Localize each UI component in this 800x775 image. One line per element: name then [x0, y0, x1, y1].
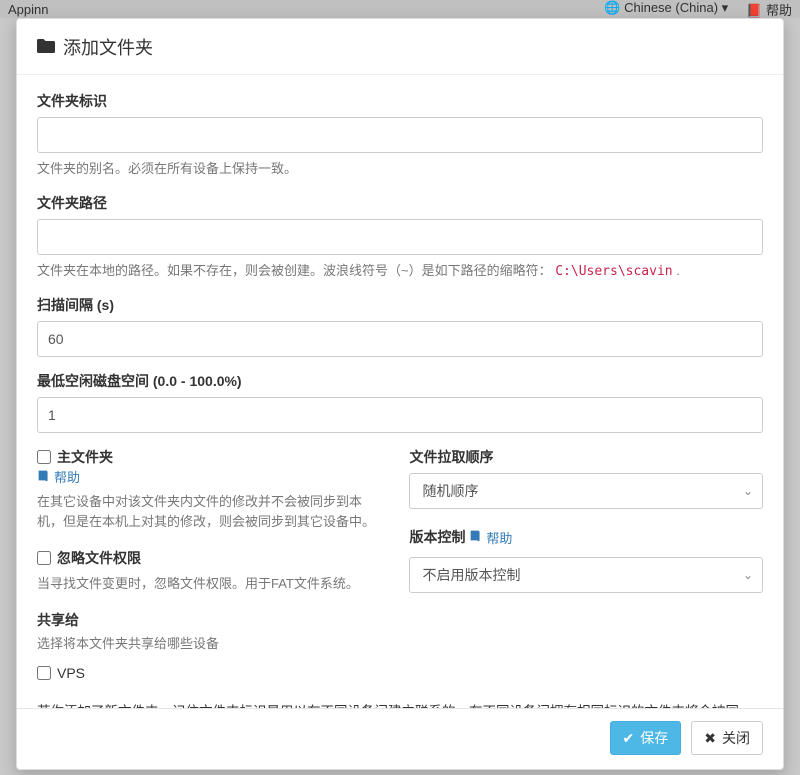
- add-folder-modal: 添加文件夹 文件夹标识 文件夹的别名。必须在所有设备上保持一致。 文件夹路径 文…: [16, 18, 784, 770]
- folder-path-label: 文件夹路径: [37, 193, 763, 213]
- version-label-row: 版本控制 帮助: [409, 527, 763, 551]
- folder-path-help: 文件夹在本地的路径。如果不存在，则会被创建。波浪线符号（~）是如下路径的缩略符：…: [37, 261, 763, 282]
- save-button[interactable]: ✔ 保存: [610, 721, 682, 755]
- ignore-perm-label[interactable]: 忽略文件权限: [37, 548, 385, 568]
- share-device-row: VPS: [37, 665, 385, 681]
- master-folder-label[interactable]: 主文件夹: [37, 447, 385, 467]
- modal-footer: ✔ 保存 ✖ 关闭: [17, 708, 783, 769]
- min-disk-input[interactable]: [37, 397, 763, 433]
- share-device-vps-label[interactable]: VPS: [37, 665, 85, 681]
- ignore-perm-desc: 当寻找文件变更时，忽略文件权限。用于FAT文件系统。: [37, 574, 385, 594]
- master-folder-line: 主文件夹 帮助: [37, 447, 385, 486]
- close-icon: ✖: [704, 730, 716, 747]
- scan-interval-input[interactable]: [37, 321, 763, 357]
- master-folder-checkbox[interactable]: [37, 450, 51, 464]
- folder-path-input[interactable]: [37, 219, 763, 255]
- share-label: 共享给: [37, 610, 385, 630]
- check-icon: ✔: [623, 730, 635, 747]
- master-folder-help-link[interactable]: 帮助: [37, 467, 80, 486]
- pull-order-select[interactable]: 随机顺序: [409, 473, 763, 509]
- pull-order-label: 文件拉取顺序: [409, 447, 763, 467]
- bottom-note: 若你添加了新文件夹，记住文件夹标识是用以在不同设备间建立联系的。在不同设备间拥有…: [37, 701, 763, 708]
- options-right: 文件拉取顺序 随机顺序 ⌄ 版本控制 帮助: [409, 447, 763, 681]
- version-select[interactable]: 不启用版本控制: [409, 557, 763, 593]
- min-disk-group: 最低空闲磁盘空间 (0.0 - 100.0%): [37, 371, 763, 433]
- options-left: 主文件夹 帮助 在其它设备中对该文件夹内文件的修改并不会被同步到本机，但是在本机…: [37, 447, 385, 681]
- scan-interval-group: 扫描间隔 (s): [37, 295, 763, 357]
- modal-header: 添加文件夹: [17, 19, 783, 75]
- folder-id-help: 文件夹的别名。必须在所有设备上保持一致。: [37, 159, 763, 179]
- folder-icon: [37, 38, 55, 57]
- book-icon: [37, 469, 50, 485]
- folder-id-input[interactable]: [37, 117, 763, 153]
- options-row: 主文件夹 帮助 在其它设备中对该文件夹内文件的修改并不会被同步到本机，但是在本机…: [37, 447, 763, 681]
- folder-path-group: 文件夹路径 文件夹在本地的路径。如果不存在，则会被创建。波浪线符号（~）是如下路…: [37, 193, 763, 282]
- version-select-wrapper: 不启用版本控制 ⌄: [409, 557, 763, 593]
- ignore-perm-line: 忽略文件权限: [37, 548, 385, 568]
- modal-title: 添加文件夹: [63, 34, 153, 60]
- folder-id-label: 文件夹标识: [37, 91, 763, 111]
- version-help-link[interactable]: 帮助: [469, 528, 512, 547]
- path-code: C:\Users\scavin: [555, 264, 672, 279]
- share-desc: 选择将本文件夹共享给哪些设备: [37, 634, 385, 654]
- book-icon: [469, 529, 482, 545]
- scan-interval-label: 扫描间隔 (s): [37, 295, 763, 315]
- folder-id-group: 文件夹标识 文件夹的别名。必须在所有设备上保持一致。: [37, 91, 763, 179]
- modal-body: 文件夹标识 文件夹的别名。必须在所有设备上保持一致。 文件夹路径 文件夹在本地的…: [17, 75, 783, 708]
- min-disk-label: 最低空闲磁盘空间 (0.0 - 100.0%): [37, 371, 763, 391]
- version-label: 版本控制: [409, 527, 465, 547]
- close-button[interactable]: ✖ 关闭: [691, 721, 763, 755]
- pull-order-select-wrapper: 随机顺序 ⌄: [409, 473, 763, 509]
- master-folder-desc: 在其它设备中对该文件夹内文件的修改并不会被同步到本机，但是在本机上对其的修改，则…: [37, 492, 385, 532]
- share-device-vps-checkbox[interactable]: [37, 666, 51, 680]
- ignore-perm-checkbox[interactable]: [37, 551, 51, 565]
